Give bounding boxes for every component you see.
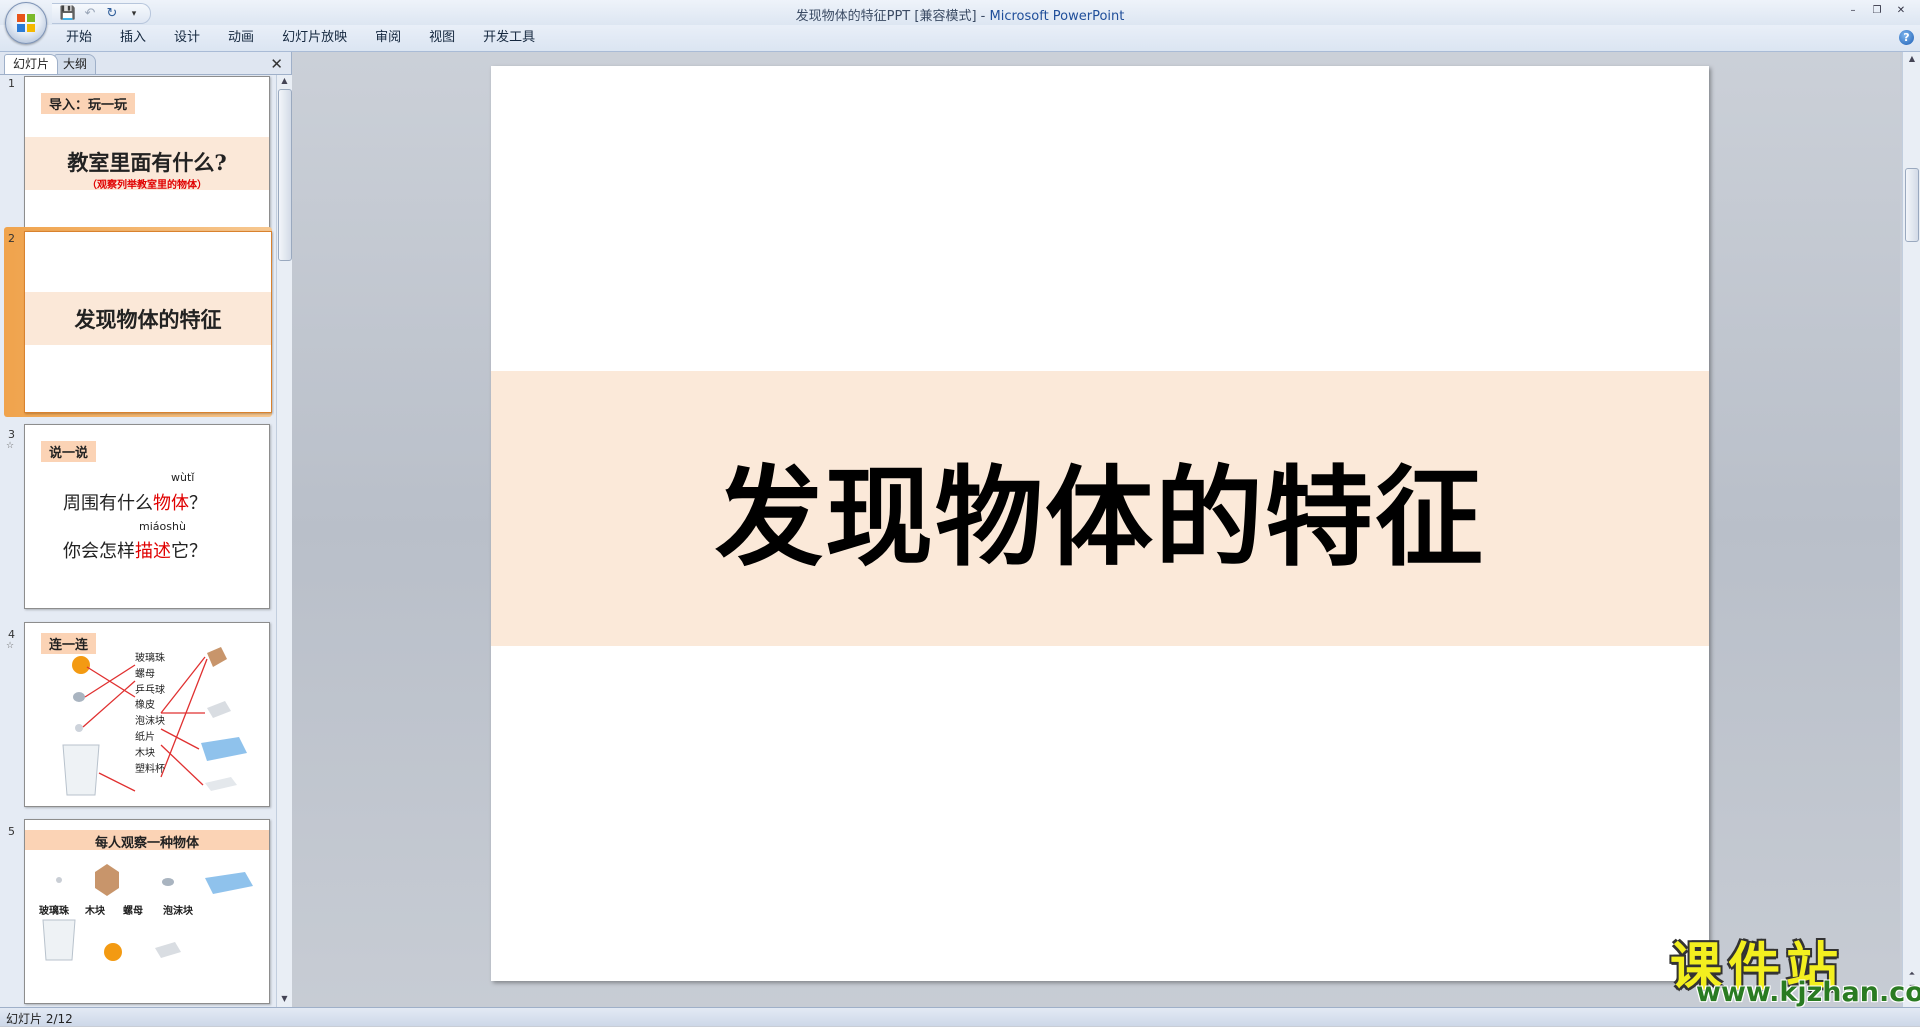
watermark-url: www.kjzhan.com <box>1696 977 1920 1008</box>
title-bar: 💾 ↶ ↻ ▾ 发现物体的特征PPT [兼容模式] - Microsoft Po… <box>0 0 1920 25</box>
tab-animations[interactable]: 动画 <box>214 30 268 46</box>
pane-tabs: 幻灯片 大纲 ✕ <box>0 52 291 75</box>
scrollbar-thumb[interactable] <box>1905 168 1919 242</box>
minimize-button[interactable]: – <box>1842 2 1864 18</box>
slide-thumbnail-list: 1 导入：玩一玩 教室里面有什么? （观察列举教室里的物体） 2 发现物体的特征… <box>0 75 274 1007</box>
document-title: 发现物体的特征PPT [兼容模式] <box>795 9 977 24</box>
slide-counter: 幻灯片 2/12 <box>6 1012 73 1026</box>
scroll-up-icon[interactable]: ▲ <box>1906 54 1918 66</box>
slide-thumbnail-4[interactable]: 连一连 玻璃珠 螺母 乒乓球 橡皮 泡沫块 纸片 木块 塑料杯 <box>8 615 270 807</box>
pinyin: wùtǐ <box>171 471 195 484</box>
slide-title: 教室里面有什么? <box>67 150 227 175</box>
tab-view[interactable]: 视图 <box>415 30 469 46</box>
tab-developer[interactable]: 开发工具 <box>469 30 549 46</box>
scrollbar-thumb[interactable] <box>278 89 292 261</box>
thumbnail-scrollbar[interactable]: ▲ ▼ <box>276 75 292 1007</box>
object-label: 木块 <box>85 906 105 917</box>
tab-design[interactable]: 设计 <box>160 30 214 46</box>
slide-title[interactable]: 发现物体的特征 <box>491 371 1709 646</box>
tab-slide-show[interactable]: 幻灯片放映 <box>268 30 361 46</box>
tab-home[interactable]: 开始 <box>52 30 106 46</box>
scroll-up-icon[interactable]: ▲ <box>279 76 290 88</box>
title-separator: - <box>976 9 990 24</box>
app-name: Microsoft PowerPoint <box>989 9 1125 24</box>
close-icon[interactable]: ✕ <box>270 55 283 73</box>
slide-tag: 说一说 <box>41 441 97 462</box>
slide-number: 2 <box>8 232 15 245</box>
slide-subtitle: （观察列举教室里的物体） <box>87 180 207 191</box>
tab-insert[interactable]: 插入 <box>106 30 160 46</box>
office-logo-icon <box>17 14 35 32</box>
slide-tag: 导入：玩一玩 <box>41 93 136 114</box>
current-slide[interactable]: 发现物体的特征 <box>491 66 1709 981</box>
object-label: 螺母 <box>123 906 143 917</box>
office-button[interactable] <box>5 2 47 44</box>
slides-pane: 幻灯片 大纲 ✕ 1 导入：玩一玩 教室里面有什么? （观察列举教室里的物体） … <box>0 52 292 1007</box>
tab-outline[interactable]: 大纲 <box>54 54 97 74</box>
slide-scrollbar[interactable]: ▲ ⏶ ⏷ <box>1902 52 1920 1007</box>
restore-button[interactable]: ❐ <box>1866 2 1888 18</box>
window-title: 发现物体的特征PPT [兼容模式] - Microsoft PowerPoint <box>0 5 1920 24</box>
tab-slides[interactable]: 幻灯片 <box>4 54 59 74</box>
slide-line: 周围有什么物体？ <box>63 493 207 514</box>
slide-thumbnail-3[interactable]: 说一说 wùtǐ 周围有什么物体？ miáoshù 你会怎样描述它？ <box>8 417 270 609</box>
matching-labels: 玻璃珠 螺母 乒乓球 橡皮 泡沫块 纸片 木块 塑料杯 <box>135 653 165 775</box>
scroll-down-icon[interactable]: ▼ <box>279 994 290 1006</box>
object-label: 玻璃珠 <box>39 906 69 917</box>
status-bar: 幻灯片 2/12 <box>0 1007 1920 1026</box>
slide-thumbnail-5[interactable]: 每人观察一种物体 玻璃珠 木块 螺母 泡沫块 <box>8 812 270 1004</box>
slide-editing-area: 发现物体的特征 <box>292 52 1900 1007</box>
slide-line: 你会怎样描述它？ <box>63 541 207 562</box>
pinyin: miáoshù <box>139 520 186 533</box>
watermark-logo: 课件站 www.kjzhan.com <box>1670 925 1920 1008</box>
slide-thumbnail-2[interactable]: 发现物体的特征 <box>4 227 272 417</box>
object-label: 泡沫块 <box>163 906 193 917</box>
tab-review[interactable]: 审阅 <box>361 30 415 46</box>
ribbon-tab-bar: 开始 插入 设计 动画 幻灯片放映 审阅 视图 开发工具 ? <box>0 25 1920 52</box>
close-button[interactable]: ✕ <box>1890 2 1912 18</box>
window-controls: – ❐ ✕ <box>1842 2 1912 18</box>
slide-title: 发现物体的特征 <box>74 307 222 332</box>
help-icon[interactable]: ? <box>1899 30 1914 45</box>
